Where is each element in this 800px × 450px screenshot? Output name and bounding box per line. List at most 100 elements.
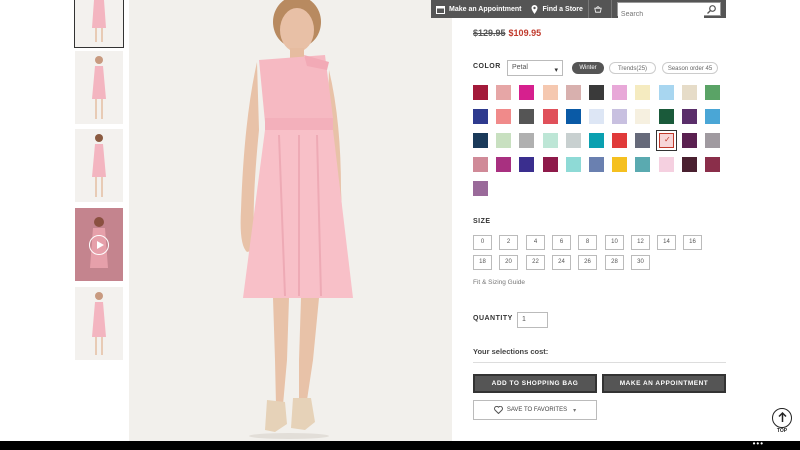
color-swatch[interactable]: [543, 157, 558, 172]
fit-sizing-guide-link[interactable]: Fit & Sizing Guide: [473, 279, 525, 286]
color-swatch[interactable]: [589, 85, 604, 100]
size-option[interactable]: 4: [526, 235, 545, 250]
size-option[interactable]: 20: [499, 255, 518, 270]
sale-price: $109.95: [508, 28, 542, 38]
color-swatch[interactable]: [705, 109, 720, 124]
color-swatch[interactable]: [473, 85, 488, 100]
color-dropdown[interactable]: Petal ▾: [507, 60, 563, 76]
color-swatch[interactable]: [682, 157, 697, 172]
color-swatch[interactable]: [659, 157, 674, 172]
color-swatch[interactable]: [682, 109, 697, 124]
size-option[interactable]: 28: [605, 255, 624, 270]
map-pin-icon: [531, 4, 538, 14]
color-swatch[interactable]: [682, 133, 697, 148]
size-option[interactable]: 14: [657, 235, 676, 250]
size-option[interactable]: 2: [499, 235, 518, 250]
color-swatch[interactable]: [635, 157, 650, 172]
size-option[interactable]: 16: [683, 235, 702, 250]
size-option[interactable]: 6: [552, 235, 571, 250]
color-swatch[interactable]: [543, 85, 558, 100]
shopping-bag-button[interactable]: [587, 0, 612, 18]
color-swatch[interactable]: [566, 133, 581, 148]
back-to-top-button[interactable]: TOP: [771, 408, 793, 438]
quantity-input[interactable]: 1: [517, 312, 548, 328]
color-selected-value: Petal: [512, 64, 528, 71]
make-appointment-button[interactable]: MAKE AN APPOINTMENT: [602, 374, 726, 393]
more-options-icon[interactable]: •••: [753, 440, 764, 448]
color-swatch[interactable]: [612, 85, 627, 100]
color-swatch[interactable]: [705, 157, 720, 172]
color-filter-trends[interactable]: Trends(25): [609, 62, 656, 74]
color-swatch[interactable]: [519, 85, 534, 100]
color-swatch[interactable]: [566, 85, 581, 100]
make-appointment-link[interactable]: Make an Appointment: [431, 0, 526, 18]
calendar-icon: [436, 5, 445, 14]
color-swatch[interactable]: ✓: [656, 130, 677, 151]
size-label: SIZE: [473, 218, 491, 225]
color-swatch[interactable]: [589, 109, 604, 124]
color-swatch[interactable]: [612, 157, 627, 172]
chevron-down-icon: ▾: [554, 67, 558, 74]
color-swatch[interactable]: [496, 85, 511, 100]
product-main-image: [129, 0, 452, 441]
color-swatch[interactable]: [612, 109, 627, 124]
save-to-favorites-button[interactable]: SAVE TO FAVORITES ▾: [473, 400, 597, 420]
color-swatch[interactable]: [682, 85, 697, 100]
add-to-shopping-bag-button[interactable]: ADD TO SHOPPING BAG: [473, 374, 597, 393]
color-swatch[interactable]: [566, 157, 581, 172]
find-store-label: Find a Store: [542, 5, 583, 13]
color-swatch[interactable]: [589, 157, 604, 172]
search-box: [616, 2, 721, 21]
color-swatch[interactable]: [705, 133, 720, 148]
color-swatch[interactable]: [473, 133, 488, 148]
color-swatch[interactable]: [543, 109, 558, 124]
color-swatch[interactable]: [659, 109, 674, 124]
make-appointment-label: Make an Appointment: [449, 5, 522, 13]
thumbnail-3[interactable]: [75, 129, 123, 202]
quantity-label: QUANTITY: [473, 315, 513, 322]
selections-cost-label: Your selections cost:: [473, 347, 549, 356]
size-option[interactable]: 24: [552, 255, 571, 270]
size-option[interactable]: 18: [473, 255, 492, 270]
size-option[interactable]: 12: [631, 235, 650, 250]
top-utility-bar: Make an Appointment Find a Store: [431, 0, 726, 21]
thumbnail-1[interactable]: [74, 0, 124, 48]
color-swatch[interactable]: [519, 157, 534, 172]
color-swatch[interactable]: [635, 133, 650, 148]
thumbnail-5[interactable]: [75, 287, 123, 360]
size-option[interactable]: 22: [526, 255, 545, 270]
color-swatch[interactable]: [519, 109, 534, 124]
color-swatch[interactable]: [635, 85, 650, 100]
checkmark-icon: ✓: [664, 135, 671, 144]
find-store-link[interactable]: Find a Store: [526, 0, 587, 18]
color-filter-season[interactable]: Season order 45: [662, 62, 718, 74]
color-swatch[interactable]: [635, 109, 650, 124]
search-input[interactable]: [617, 8, 704, 21]
color-swatch[interactable]: [496, 157, 511, 172]
chevron-down-icon: ▾: [573, 407, 577, 414]
color-swatch[interactable]: [473, 181, 488, 196]
color-swatch[interactable]: [566, 109, 581, 124]
play-icon[interactable]: [89, 234, 109, 255]
color-label: COLOR: [473, 63, 501, 70]
size-option[interactable]: 0: [473, 235, 492, 250]
shopping-bag-icon: [594, 6, 602, 13]
color-swatch[interactable]: [659, 85, 674, 100]
color-swatch[interactable]: [519, 133, 534, 148]
search-icon[interactable]: [706, 5, 716, 14]
color-swatch[interactable]: [589, 133, 604, 148]
thumbnail-2[interactable]: [75, 51, 123, 124]
color-filter-winter[interactable]: Winter: [572, 62, 604, 74]
color-swatch[interactable]: [496, 133, 511, 148]
color-swatch[interactable]: [612, 133, 627, 148]
size-option[interactable]: 26: [578, 255, 597, 270]
thumbnail-video[interactable]: [75, 208, 123, 281]
size-option[interactable]: 30: [631, 255, 650, 270]
size-option[interactable]: 10: [605, 235, 624, 250]
color-swatch[interactable]: [473, 157, 488, 172]
color-swatch[interactable]: [543, 133, 558, 148]
color-swatch[interactable]: [705, 85, 720, 100]
color-swatch[interactable]: [496, 109, 511, 124]
color-swatch[interactable]: [473, 109, 488, 124]
size-option[interactable]: 8: [578, 235, 597, 250]
